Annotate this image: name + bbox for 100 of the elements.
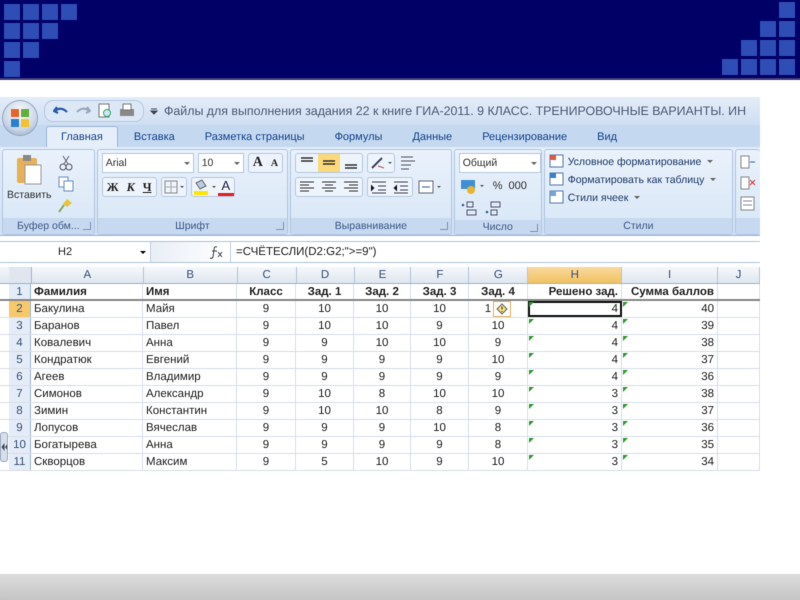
table-cell: 9 xyxy=(262,354,270,366)
sheet-scroll-button[interactable] xyxy=(0,432,8,462)
table-cell: 9 xyxy=(378,371,386,383)
ribbon-tab[interactable]: Главная xyxy=(46,126,118,147)
row-header[interactable]: 2 xyxy=(9,301,31,317)
table-cell: 4 xyxy=(612,354,618,366)
table-cell: 3 xyxy=(612,439,618,451)
ribbon-tab[interactable]: Вид xyxy=(583,127,632,147)
table-cell: 9 xyxy=(378,439,386,451)
format-cells-icon[interactable] xyxy=(740,196,756,212)
customize-caret-icon[interactable] xyxy=(150,107,158,115)
row-header[interactable]: 7 xyxy=(9,386,31,402)
thousands-button[interactable]: 000 xyxy=(508,180,527,192)
row-header[interactable]: 11 xyxy=(9,454,31,470)
italic-button[interactable]: К xyxy=(122,178,139,196)
table-cell: 10 xyxy=(492,320,504,332)
table-cell: 38 xyxy=(701,388,714,400)
ribbon-tab[interactable]: Рецензирование xyxy=(468,127,582,147)
delete-cells-icon[interactable] xyxy=(740,175,756,191)
styles-icon xyxy=(548,190,565,205)
table-cell: 9 xyxy=(262,303,270,315)
table-cell: 10 xyxy=(376,456,388,468)
table-cell: 9 xyxy=(436,439,443,451)
styles-menu-button[interactable]: Стили ячеек xyxy=(548,190,728,205)
column-header[interactable]: J xyxy=(718,267,760,283)
row-header[interactable]: 1 xyxy=(9,284,31,299)
table-cell: 9 xyxy=(378,354,386,366)
row-header[interactable]: 9 xyxy=(9,420,31,436)
scissors-icon[interactable] xyxy=(58,155,74,171)
row-header[interactable]: 4 xyxy=(9,335,31,351)
underline-button[interactable]: Ч xyxy=(138,178,156,196)
grow-font-button[interactable]: A xyxy=(248,154,267,172)
shrink-font-button[interactable]: A xyxy=(266,154,282,172)
styles-menu-button[interactable]: Форматировать как таблицу xyxy=(548,172,728,187)
table-cell: 10 xyxy=(492,456,504,468)
insert-cells-icon[interactable] xyxy=(740,154,756,170)
column-header[interactable]: A xyxy=(32,267,144,283)
table-cell: 34 xyxy=(701,456,714,468)
table-cell: 3 xyxy=(612,388,618,400)
group-label: Буфер обм... xyxy=(17,220,80,232)
warning-tag-icon[interactable] xyxy=(493,301,512,317)
ribbon-tab[interactable]: Формулы xyxy=(320,127,396,147)
merge-cells-icon[interactable] xyxy=(417,178,444,196)
row-header[interactable]: 6 xyxy=(9,369,31,385)
ribbon-tab[interactable]: Данные xyxy=(398,127,466,147)
column-header[interactable]: E xyxy=(354,267,412,283)
row-header[interactable]: 10 xyxy=(9,437,31,453)
row-header[interactable]: 5 xyxy=(9,352,31,368)
table-cell: Имя xyxy=(146,286,170,298)
table-cell: 9 xyxy=(262,405,270,417)
column-header[interactable]: C xyxy=(238,267,297,283)
table-cell: Вячеслав xyxy=(146,422,198,434)
decrease-decimal-icon[interactable] xyxy=(482,199,503,217)
currency-icon[interactable] xyxy=(458,177,487,195)
font-size-field[interactable]: 10 xyxy=(198,153,244,173)
table-cell: Зад. 1 xyxy=(308,286,342,298)
table-cell: 9 xyxy=(262,456,270,468)
font-name-field[interactable]: Arial xyxy=(102,153,194,173)
bold-button[interactable]: Ж xyxy=(102,178,123,196)
row-header[interactable]: 3 xyxy=(9,318,31,334)
table-cell: 10 xyxy=(492,388,504,400)
row-header[interactable]: 8 xyxy=(9,403,31,419)
borders-icon[interactable] xyxy=(162,178,186,196)
table-cell: Владимир xyxy=(146,371,201,383)
table-cell: 39 xyxy=(701,320,714,332)
name-box[interactable]: H2 xyxy=(0,242,150,262)
ribbon-tab[interactable]: Разметка страницы xyxy=(190,127,319,147)
column-header[interactable]: I xyxy=(622,267,718,283)
wrap-text-icon[interactable] xyxy=(399,154,418,172)
column-header[interactable]: D xyxy=(296,267,355,283)
table-cell: 9 xyxy=(262,371,270,383)
ribbon-tab[interactable]: Вставка xyxy=(120,127,189,147)
formula-field[interactable]: =СЧЁТЕСЛИ(D2:G2;">=9") xyxy=(230,242,760,262)
printer-icon[interactable] xyxy=(119,103,135,119)
align-middle-icon[interactable] xyxy=(318,154,340,172)
column-header[interactable]: B xyxy=(144,267,238,283)
print-preview-icon[interactable] xyxy=(97,103,113,119)
table-cell: Лопусов xyxy=(34,422,78,434)
number-format-field[interactable]: Общий xyxy=(458,153,541,173)
table-cell: Кондратюк xyxy=(34,354,92,366)
group-label: Шрифт xyxy=(175,220,210,232)
table-cell: 9 xyxy=(436,371,443,383)
fill-bucket-icon[interactable] xyxy=(192,178,218,196)
table-cell: 5 xyxy=(321,456,328,468)
table-cell: Сумма баллов xyxy=(630,286,714,298)
table-cell: 10 xyxy=(376,337,388,349)
table-cell: 37 xyxy=(701,354,714,366)
increase-decimal-icon[interactable] xyxy=(458,199,479,217)
copy-icon[interactable] xyxy=(58,176,74,192)
table-cell: 9 xyxy=(262,422,270,434)
table-cell: 36 xyxy=(701,422,714,434)
table-cell: 4 xyxy=(612,371,618,383)
styles-menu-button[interactable]: Условное форматирование xyxy=(548,154,728,169)
column-header[interactable]: F xyxy=(411,267,470,283)
column-header[interactable]: H xyxy=(528,267,622,283)
table-cell: Максим xyxy=(146,456,188,468)
table-cell: 9 xyxy=(262,439,270,451)
percent-button[interactable]: % xyxy=(492,180,502,192)
paste-button[interactable]: Вставить xyxy=(7,153,52,215)
table-cell: Агеев xyxy=(34,371,65,383)
